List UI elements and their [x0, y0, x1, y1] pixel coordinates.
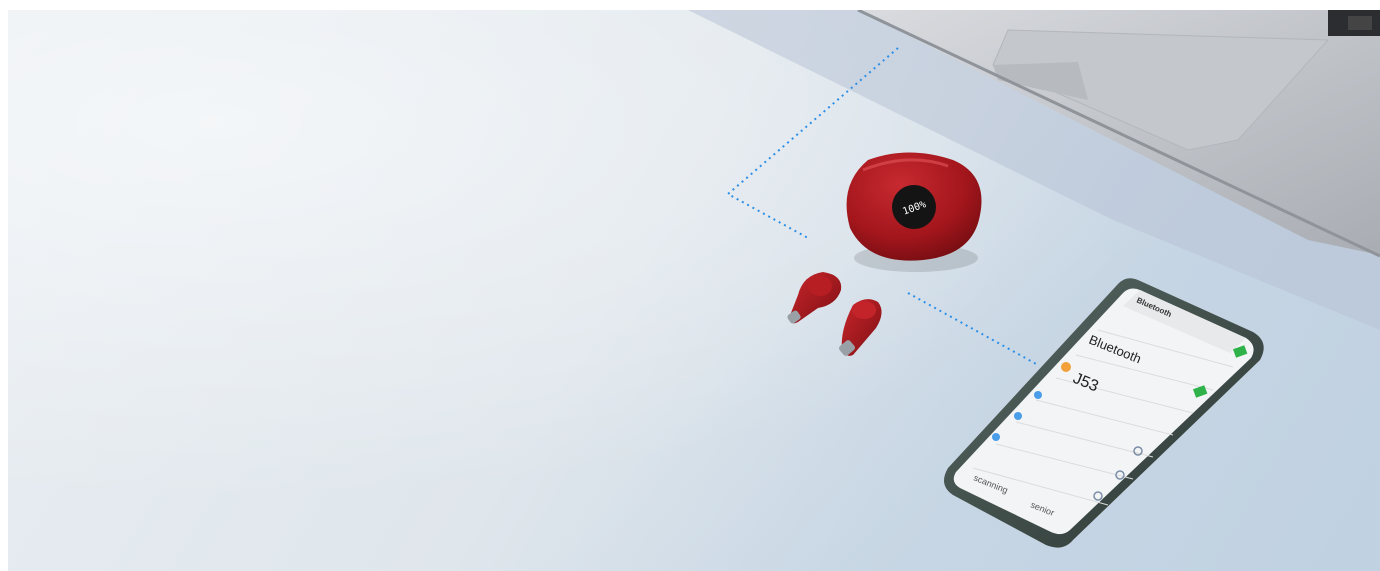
device-dot-icon [1014, 412, 1022, 420]
earbud-left [787, 272, 842, 324]
connected-dot-icon [1061, 362, 1071, 372]
device-dot-icon [1034, 391, 1042, 399]
scene-illustration: 100% Bluetooth Bluetooth J53 scanning se… [688, 10, 1380, 548]
product-scene: 100% Bluetooth Bluetooth J53 scanning se… [8, 10, 1380, 571]
earbud-right [839, 299, 882, 356]
smartphone: Bluetooth Bluetooth J53 scanning senior [944, 278, 1264, 548]
laptop [688, 10, 1380, 330]
charging-case: 100% [846, 152, 982, 272]
device-dot-icon [992, 433, 1000, 441]
